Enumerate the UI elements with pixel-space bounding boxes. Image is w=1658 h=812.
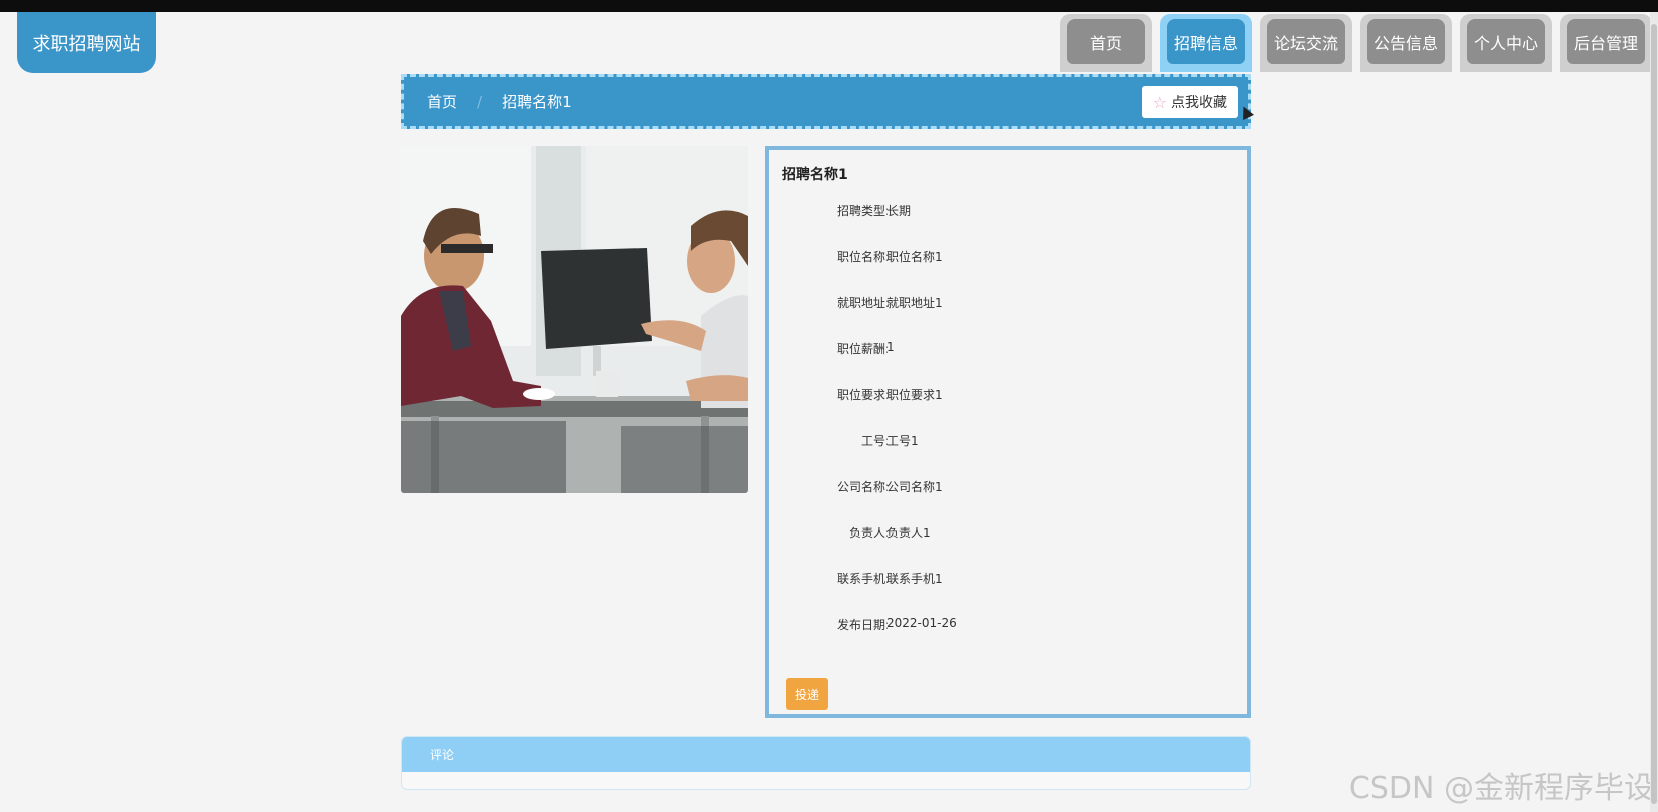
field-value: 职位名称1 — [887, 250, 943, 264]
detail-title: 招聘名称1 — [782, 167, 848, 183]
watermark: CSDN @金新程序毕设 — [1348, 771, 1654, 806]
nav-label: 后台管理 — [1567, 19, 1645, 64]
field-label: 职位要求: — [836, 388, 889, 402]
field-label: 职位薪酬: — [836, 342, 889, 356]
field-label: 联系手机: — [836, 572, 889, 586]
field-row: 职位薪酬: 1 — [769, 340, 1247, 360]
field-label: 公司名称: — [836, 480, 889, 494]
breadcrumb: 首页 / 招聘名称1 ☆ 点我收藏 — [401, 74, 1251, 129]
field-label: 负责人: — [848, 526, 889, 540]
comment-title: 评论 — [430, 748, 455, 762]
nav-item-home[interactable]: 首页 — [1060, 14, 1152, 72]
field-row: 联系手机: 联系手机1 — [769, 570, 1247, 590]
field-label: 发布日期: — [836, 618, 889, 632]
nav-item-admin[interactable]: 后台管理 — [1560, 14, 1652, 72]
comment-section: 评论 — [401, 736, 1251, 790]
favorite-label: 点我收藏 — [1171, 95, 1227, 111]
field-value: 联系手机1 — [887, 572, 943, 586]
top-bar — [0, 0, 1658, 12]
site-logo[interactable]: 求职招聘网站 — [17, 12, 156, 73]
nav-label: 个人中心 — [1467, 19, 1545, 64]
nav-item-jobs[interactable]: 招聘信息 — [1160, 14, 1252, 72]
field-row: 就职地址: 就职地址1 — [769, 294, 1247, 314]
nav-item-notice[interactable]: 公告信息 — [1360, 14, 1452, 72]
field-value: 1 — [887, 340, 895, 354]
field-row: 招聘类型: 长期 — [769, 202, 1247, 222]
scrollbar[interactable] — [1650, 12, 1658, 812]
comment-header: 评论 — [402, 737, 1250, 772]
nav-item-profile[interactable]: 个人中心 — [1460, 14, 1552, 72]
field-value: 公司名称1 — [887, 480, 943, 494]
nav-item-forum[interactable]: 论坛交流 — [1260, 14, 1352, 72]
field-label: 就职地址: — [836, 296, 889, 310]
field-row: 发布日期: 2022-01-26 — [769, 616, 1247, 636]
nav-label: 首页 — [1067, 19, 1145, 64]
field-value: 负责人1 — [887, 526, 931, 540]
star-icon: ☆ — [1152, 92, 1167, 112]
field-row: 工号: 工号1 — [769, 432, 1247, 452]
office-meeting-image — [401, 146, 748, 493]
scrollbar-thumb[interactable] — [1651, 24, 1657, 804]
submit-application-button[interactable]: 投递 — [786, 678, 828, 710]
nav-label: 论坛交流 — [1267, 19, 1345, 64]
field-row: 职位要求: 职位要求1 — [769, 386, 1247, 406]
job-detail-panel: 招聘名称1 招聘类型: 长期 职位名称: 职位名称1 就职地址: 就职地址1 职… — [765, 146, 1251, 718]
field-label: 职位名称: — [836, 250, 889, 264]
nav-label: 招聘信息 — [1167, 19, 1245, 64]
breadcrumb-current: 招聘名称1 — [502, 93, 572, 111]
main-nav: 首页 招聘信息 论坛交流 公告信息 个人中心 后台管理 — [1060, 14, 1652, 72]
field-value: 2022-01-26 — [887, 616, 957, 630]
field-row: 负责人: 负责人1 — [769, 524, 1247, 544]
nav-label: 公告信息 — [1367, 19, 1445, 64]
field-value: 就职地址1 — [887, 296, 943, 310]
breadcrumb-separator: / — [477, 92, 483, 111]
field-value: 职位要求1 — [887, 388, 943, 402]
field-label: 工号: — [860, 434, 889, 448]
field-label: 招聘类型: — [836, 204, 889, 218]
job-photo — [401, 146, 748, 493]
field-value: 工号1 — [887, 434, 919, 448]
field-row: 公司名称: 公司名称1 — [769, 478, 1247, 498]
field-row: 职位名称: 职位名称1 — [769, 248, 1247, 268]
breadcrumb-home[interactable]: 首页 — [427, 91, 457, 112]
favorite-button[interactable]: ☆ 点我收藏 — [1141, 86, 1238, 118]
field-value: 长期 — [887, 204, 912, 218]
